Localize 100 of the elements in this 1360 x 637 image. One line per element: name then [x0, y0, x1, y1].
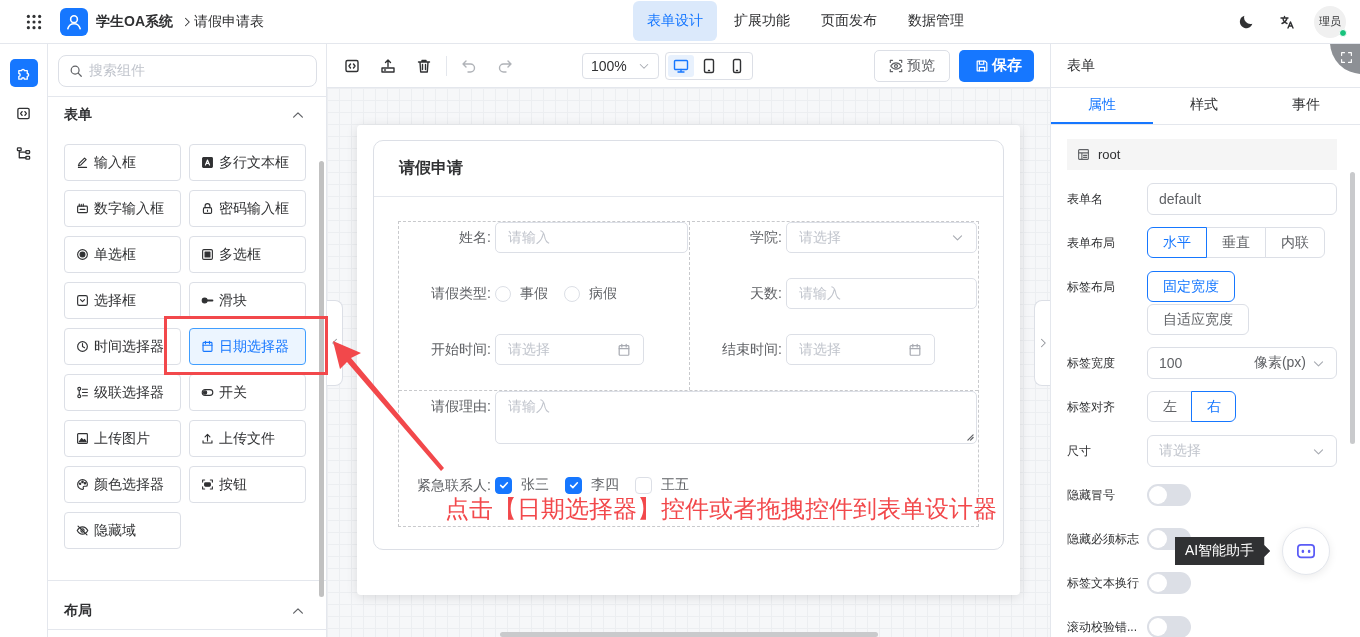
segment-option[interactable]: 水平 [1147, 227, 1207, 258]
component-item[interactable]: 选择框 [64, 282, 181, 319]
lock-icon [201, 202, 214, 215]
segment-option[interactable]: 自适应宽度 [1147, 304, 1249, 335]
component-item[interactable]: 密码输入框 [189, 190, 306, 227]
number-field[interactable]: 100 像素(px) [1147, 347, 1337, 379]
collapse-right-handle[interactable] [1034, 300, 1050, 386]
field-label: 开始时间: [430, 340, 492, 359]
panel-tab[interactable]: 事件 [1255, 88, 1357, 124]
check-icon [497, 479, 510, 491]
nav-tab[interactable]: 页面发布 [807, 1, 891, 41]
calendar-icon [617, 342, 631, 357]
property-label: 表单布局 [1067, 235, 1116, 252]
field-label: 结束时间: [721, 340, 783, 359]
scrollbar[interactable] [1350, 172, 1355, 444]
calendar-icon [908, 342, 922, 357]
field-label: 请假理由: [430, 397, 492, 416]
unit-label: 像素(px) [1253, 354, 1306, 372]
zoom-select[interactable]: 100% [582, 52, 659, 79]
component-item[interactable]: 单选框 [64, 236, 181, 273]
translate-icon [1279, 13, 1295, 30]
segment-option[interactable]: 内联 [1265, 227, 1325, 258]
node-name: root [1098, 147, 1121, 162]
toggle-switch[interactable] [1147, 571, 1191, 594]
property-label: 标签文本换行 [1067, 575, 1140, 592]
component-item[interactable]: 上传图片 [64, 420, 181, 457]
option-label[interactable]: 张三 [521, 476, 549, 494]
component-item[interactable]: 数字输入框 [64, 190, 181, 227]
segment-option[interactable]: 左 [1147, 391, 1192, 422]
checkbox[interactable] [565, 476, 582, 494]
text-field[interactable]: default [1147, 183, 1337, 215]
save-icon [975, 58, 989, 73]
nav-tab[interactable]: 扩展功能 [720, 1, 804, 41]
option-label[interactable]: 病假 [589, 284, 617, 303]
scrollbar[interactable] [500, 632, 878, 637]
upload-icon [201, 432, 214, 445]
field-label: 请假类型: [430, 284, 492, 303]
resize-grip-icon [967, 434, 974, 441]
user-avatar[interactable]: 理员 [1314, 5, 1346, 38]
desktop-view-button[interactable] [668, 54, 694, 77]
radio-button[interactable] [564, 285, 580, 302]
ruler-icon [76, 202, 89, 215]
property-label: 隐藏必须标志 [1067, 531, 1140, 548]
component-item[interactable]: 按钮 [189, 466, 306, 503]
panel-title: 表单 [1067, 56, 1095, 75]
check-icon [567, 479, 580, 491]
component-item[interactable]: 输入框 [64, 144, 181, 181]
preview-button[interactable]: 预览 [874, 49, 950, 82]
tablet-icon [701, 57, 717, 74]
component-item[interactable]: 多行文本框 [189, 144, 306, 181]
component-item[interactable]: 开关 [189, 374, 306, 411]
form-title: 请假申请 [399, 158, 463, 178]
option-label[interactable]: 王五 [661, 476, 689, 494]
fullscreen-icon [1340, 51, 1353, 64]
segment-option[interactable]: 垂直 [1206, 227, 1266, 258]
toggle-switch[interactable] [1147, 615, 1191, 637]
radio-icon [76, 248, 89, 261]
annotation-text: 点击【日期选择器】控件或者拖拽控件到表单设计器 [445, 496, 997, 522]
form-icon [1077, 148, 1090, 161]
property-label: 标签宽度 [1067, 355, 1116, 372]
property-label: 标签对齐 [1067, 399, 1116, 416]
component-item[interactable]: 上传文件 [189, 420, 306, 457]
tooltip: AI智能助手 [1175, 537, 1271, 565]
breadcrumb[interactable]: 请假申请表 [194, 12, 264, 31]
upload-icon [380, 57, 396, 74]
checkbox-icon [201, 248, 214, 261]
trash-icon [416, 57, 432, 74]
component-item[interactable]: 时间选择器 [64, 328, 181, 365]
property-label: 滚动校验错... [1067, 619, 1138, 636]
text-box-icon [201, 156, 214, 169]
component-item[interactable]: 级联选择器 [64, 374, 181, 411]
image-icon [76, 432, 89, 445]
radio-button[interactable] [495, 285, 511, 302]
dropdown-icon [76, 294, 89, 307]
panel-tab[interactable]: 属性 [1051, 88, 1153, 124]
eye-off-icon [76, 524, 89, 537]
nav-tab[interactable]: 表单设计 [633, 1, 717, 41]
toggle-switch[interactable] [1147, 483, 1191, 506]
group-title: 布局 [64, 602, 92, 620]
nav-tab[interactable]: 数据管理 [894, 1, 978, 41]
component-item[interactable]: 日期选择器 [189, 328, 306, 365]
option-label[interactable]: 事假 [520, 284, 548, 303]
field-label: 天数: [749, 284, 783, 303]
segment-option[interactable]: 固定宽度 [1147, 271, 1235, 302]
checkbox[interactable] [495, 476, 512, 494]
palette-icon [76, 478, 89, 491]
component-item[interactable]: 颜色选择器 [64, 466, 181, 503]
field-label: 学院: [749, 228, 783, 247]
component-item[interactable]: 多选框 [189, 236, 306, 273]
scrollbar[interactable] [319, 161, 324, 597]
save-button[interactable]: 保存 [959, 49, 1034, 82]
tree-icon [16, 145, 31, 161]
chat-icon [1296, 541, 1316, 561]
panel-tab[interactable]: 样式 [1153, 88, 1255, 124]
component-item[interactable]: 隐藏域 [64, 512, 181, 549]
list-icon [76, 386, 89, 399]
segment-option[interactable]: 右 [1191, 391, 1236, 422]
code-icon [16, 105, 31, 121]
option-label[interactable]: 李四 [591, 476, 619, 494]
property-label: 标签布局 [1067, 279, 1116, 296]
